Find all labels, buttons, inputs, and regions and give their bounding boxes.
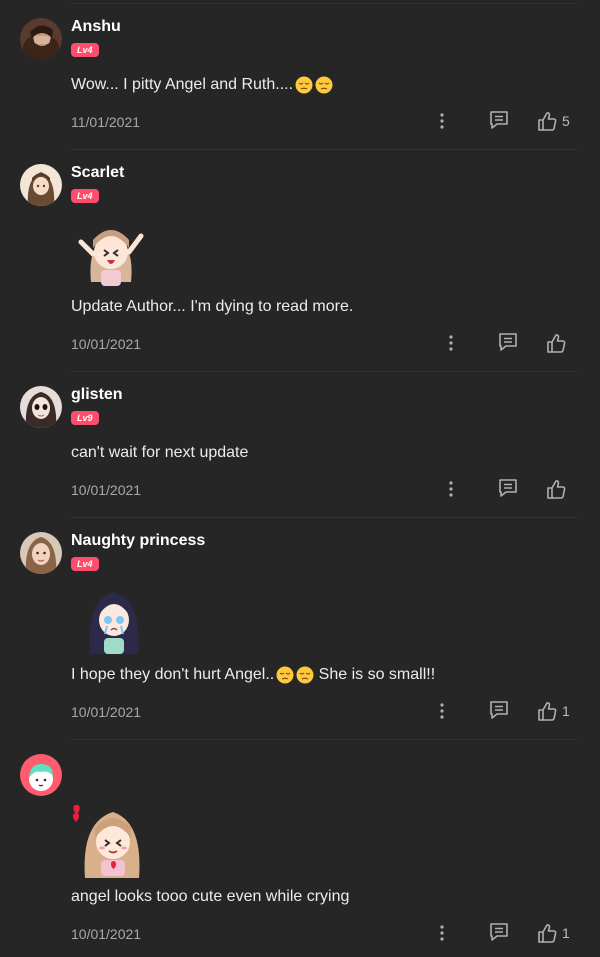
like-count: 1 bbox=[562, 703, 570, 719]
thumbs-up-icon bbox=[547, 334, 566, 353]
username[interactable]: Anshu bbox=[71, 18, 121, 36]
comment-text-content: Wow... I pitty Angel and Ruth.... bbox=[71, 76, 294, 93]
reply-icon[interactable] bbox=[497, 332, 521, 354]
anime-girl-crying-sticker bbox=[74, 580, 154, 660]
more-options-icon[interactable] bbox=[434, 922, 450, 944]
comment-text: Wow... I pitty Angel and Ruth.... bbox=[71, 76, 333, 94]
comment-date: 10/01/2021 bbox=[71, 336, 142, 352]
comment-text-content: She is so small!! bbox=[314, 666, 436, 683]
username[interactable]: glisten bbox=[71, 386, 123, 404]
pensive-face-icon bbox=[295, 76, 313, 94]
thumbs-up-icon bbox=[538, 924, 557, 943]
reply-icon[interactable] bbox=[497, 478, 521, 500]
comment-text: I hope they don't hurt Angel.. She is so… bbox=[71, 666, 435, 684]
more-options-icon[interactable] bbox=[434, 110, 450, 132]
thumbs-up-icon bbox=[547, 480, 566, 499]
username[interactable]: Naughty princess bbox=[71, 532, 205, 550]
comment-item: Naughty princess Lv4 I hope they don't h… bbox=[0, 532, 600, 740]
pensive-face-icon bbox=[315, 76, 333, 94]
reply-icon[interactable] bbox=[488, 700, 512, 722]
avatar[interactable] bbox=[20, 164, 62, 206]
divider bbox=[71, 371, 578, 372]
divider bbox=[71, 149, 578, 150]
comment-item: Scarlet Lv4 Update Author... I'm dying t… bbox=[0, 164, 600, 372]
comment-date: 11/01/2021 bbox=[71, 114, 141, 130]
avatar[interactable] bbox=[20, 532, 62, 574]
comment-text: Update Author... I'm dying to read more. bbox=[71, 298, 354, 315]
divider bbox=[71, 739, 578, 740]
comment-date: 10/01/2021 bbox=[71, 704, 142, 720]
level-badge: Lv4 bbox=[71, 557, 99, 571]
level-badge: Lv9 bbox=[71, 411, 99, 425]
more-options-icon[interactable] bbox=[434, 700, 450, 722]
reply-icon[interactable] bbox=[488, 110, 512, 132]
comment-item: angel looks tooo cute even while crying … bbox=[0, 754, 600, 957]
comment-date: 10/01/2021 bbox=[71, 482, 142, 498]
anime-girl-heart-sticker bbox=[71, 800, 151, 880]
more-options-icon[interactable] bbox=[443, 478, 459, 500]
reply-icon[interactable] bbox=[488, 922, 512, 944]
avatar[interactable] bbox=[20, 18, 62, 60]
more-options-icon[interactable] bbox=[443, 332, 459, 354]
like-button[interactable] bbox=[545, 478, 571, 500]
level-badge: Lv4 bbox=[71, 189, 99, 203]
pensive-face-icon bbox=[276, 666, 294, 684]
like-count: 1 bbox=[562, 925, 570, 941]
thumbs-up-icon bbox=[538, 702, 557, 721]
like-button[interactable] bbox=[545, 332, 571, 354]
like-button[interactable]: 1 bbox=[536, 922, 570, 944]
avatar[interactable] bbox=[20, 754, 62, 796]
comment-text-content: I hope they don't hurt Angel.. bbox=[71, 666, 275, 683]
like-count: 5 bbox=[562, 113, 570, 129]
comment-text: angel looks tooo cute even while crying bbox=[71, 888, 350, 905]
avatar[interactable] bbox=[20, 386, 62, 428]
thumbs-up-icon bbox=[538, 112, 557, 131]
level-badge: Lv4 bbox=[71, 43, 99, 57]
username[interactable]: Scarlet bbox=[71, 164, 124, 182]
comment-item: glisten Lv9 can't wait for next update 1… bbox=[0, 386, 600, 518]
divider bbox=[71, 517, 578, 518]
like-button[interactable]: 1 bbox=[536, 700, 570, 722]
comment-date: 10/01/2021 bbox=[71, 926, 142, 942]
anime-girl-cheering-sticker bbox=[71, 212, 151, 292]
pensive-face-icon bbox=[296, 666, 314, 684]
comment-text: can't wait for next update bbox=[71, 444, 249, 461]
like-button[interactable]: 5 bbox=[536, 110, 570, 132]
comment-item: Anshu Lv4 Wow... I pitty Angel and Ruth.… bbox=[0, 18, 600, 150]
top-divider bbox=[71, 3, 578, 4]
